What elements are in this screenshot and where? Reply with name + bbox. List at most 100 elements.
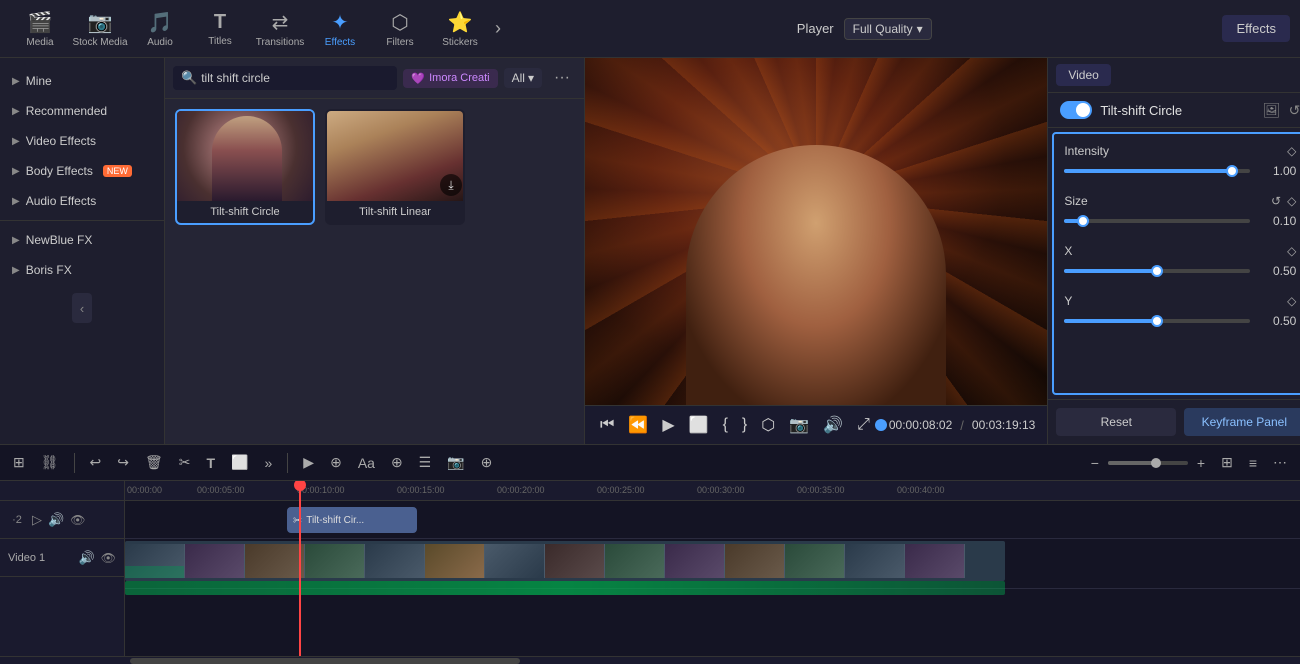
sidebar-item-newblue-fx[interactable]: ▶ NewBlue FX bbox=[0, 225, 164, 255]
video2-eye-icon[interactable]: 👁 bbox=[70, 513, 85, 527]
timeline-scrollbar[interactable] bbox=[0, 656, 1300, 664]
tl-grid-btn[interactable]: ⊞ bbox=[1216, 451, 1238, 474]
right-tab-effects[interactable]: Effects bbox=[1222, 15, 1290, 42]
video-thumb-6 bbox=[425, 544, 485, 578]
reset-button[interactable]: Reset bbox=[1056, 408, 1176, 436]
snapshot-btn[interactable]: 📷 bbox=[786, 412, 812, 438]
tl-undo-btn[interactable]: ↩ bbox=[85, 451, 107, 474]
filters-icon: ⬡ bbox=[391, 10, 408, 35]
y-slider-track[interactable] bbox=[1064, 319, 1250, 323]
video2-play-icon[interactable]: ▷ bbox=[32, 512, 42, 528]
toolbar-titles[interactable]: T Titles bbox=[190, 4, 250, 54]
quality-select[interactable]: Full Quality ▾ bbox=[844, 18, 932, 40]
y-slider-thumb bbox=[1151, 315, 1163, 327]
mark-out-btn[interactable]: } bbox=[739, 413, 750, 437]
intensity-diamond-icon[interactable]: ◇ bbox=[1287, 144, 1296, 158]
sidebar-item-mine[interactable]: ▶ Mine bbox=[0, 66, 164, 96]
tl-delete-btn[interactable]: 🗑 bbox=[140, 451, 168, 474]
sidebar-item-body-effects[interactable]: ▶ Body Effects NEW bbox=[0, 156, 164, 186]
toolbar-more-btn[interactable]: › bbox=[490, 13, 506, 44]
tl-link-btn[interactable]: ⛓ bbox=[36, 451, 64, 474]
imora-badge[interactable]: 💜 Imora Creati bbox=[403, 69, 497, 88]
step-back-btn[interactable]: ⏪ bbox=[625, 412, 651, 438]
effects-more-btn[interactable]: ··· bbox=[548, 67, 576, 89]
tl-dots-btn[interactable]: ⋯ bbox=[1268, 451, 1292, 474]
zoom-slider-track[interactable] bbox=[1108, 461, 1188, 465]
tl-sep-2 bbox=[287, 453, 288, 473]
tl-forward-btn[interactable]: » bbox=[260, 452, 278, 474]
mark-clip-btn[interactable]: ⬡ bbox=[758, 412, 778, 438]
y-slider-fill bbox=[1064, 319, 1157, 323]
right-sub-tab-video[interactable]: Video bbox=[1056, 64, 1110, 86]
y-diamond-icon[interactable]: ◇ bbox=[1287, 294, 1296, 308]
intensity-slider-row: 1.00 bbox=[1064, 164, 1296, 178]
x-diamond-icon[interactable]: ◇ bbox=[1287, 244, 1296, 258]
x-slider-track[interactable] bbox=[1064, 269, 1250, 273]
mark-in-btn[interactable]: { bbox=[720, 413, 731, 437]
sidebar-collapse-btn[interactable]: ‹ bbox=[72, 293, 92, 323]
stock-media-icon: 📷 bbox=[88, 10, 113, 35]
keyframe-panel-button[interactable]: Keyframe Panel bbox=[1184, 408, 1300, 436]
toolbar-media[interactable]: 🎬 Media bbox=[10, 4, 70, 54]
video2-number: ·2 bbox=[8, 514, 26, 526]
toolbar-transitions[interactable]: ⇄ Transitions bbox=[250, 4, 310, 54]
fullscreen-btn[interactable]: ⤢ bbox=[854, 413, 873, 437]
size-slider-track[interactable] bbox=[1064, 219, 1250, 223]
intensity-slider-track[interactable] bbox=[1064, 169, 1250, 173]
tl-zoom-out-btn[interactable]: − bbox=[1086, 452, 1104, 474]
square-btn[interactable]: ⬜ bbox=[686, 412, 712, 438]
audio-btn[interactable]: 🔊 bbox=[820, 412, 846, 438]
search-input[interactable] bbox=[201, 71, 389, 85]
current-time: 00:00:08:02 bbox=[889, 418, 952, 432]
tl-zoom-in-btn[interactable]: + bbox=[1192, 452, 1210, 474]
sidebar-item-audio-effects[interactable]: ▶ Audio Effects bbox=[0, 186, 164, 216]
tl-mark-btn[interactable]: ▶ bbox=[298, 451, 319, 474]
ruler-mark-0: 00:00:00 bbox=[127, 485, 162, 495]
play-btn[interactable]: ▶ bbox=[659, 412, 677, 438]
player-area: ⏮ ⏪ ▶ ⬜ { } ⬡ 📷 🔊 ⤢ 00:00:08:02 / 00:03:… bbox=[585, 58, 1047, 444]
toolbar-filters[interactable]: ⬡ Filters bbox=[370, 4, 430, 54]
tl-add-btn[interactable]: ⊕ bbox=[325, 451, 347, 474]
size-reset-icon[interactable]: ↺ bbox=[1271, 194, 1281, 208]
video-track-1[interactable] bbox=[125, 541, 1005, 581]
tl-photo-btn[interactable]: 📷 bbox=[442, 451, 469, 474]
toolbar-stickers[interactable]: ⭐ Stickers bbox=[430, 4, 490, 54]
effect-clip[interactable]: ✂ Tilt-shift Cir... bbox=[287, 507, 417, 533]
video1-eye-icon[interactable]: 👁 bbox=[101, 551, 116, 565]
toolbar-stock-media[interactable]: 📷 Stock Media bbox=[70, 4, 130, 54]
size-diamond-icon[interactable]: ◇ bbox=[1287, 194, 1296, 208]
tl-more-btn[interactable]: ≡ bbox=[1244, 452, 1262, 474]
effect-card-tilt-circle[interactable]: Tilt-shift Circle bbox=[175, 109, 315, 225]
tl-snap-btn[interactable]: ⊞ bbox=[8, 451, 30, 474]
ruler-mark-8: 00:00:40:00 bbox=[897, 485, 945, 495]
effect-card-tilt-linear[interactable]: ⤓ Tilt-shift Linear bbox=[325, 109, 465, 225]
tl-cut-btn[interactable]: ✂ bbox=[174, 451, 196, 474]
sidebar-item-recommended[interactable]: ▶ Recommended bbox=[0, 96, 164, 126]
tl-plus-btn[interactable]: ⊕ bbox=[386, 451, 408, 474]
effects-search-bar: 🔍 💜 Imora Creati All ▾ ··· bbox=[165, 58, 584, 99]
tl-redo-btn[interactable]: ↪ bbox=[112, 451, 134, 474]
toolbar-effects[interactable]: ✦ Effects bbox=[310, 4, 370, 54]
playhead[interactable] bbox=[299, 481, 301, 656]
effect-reset-icon[interactable]: ↺ bbox=[1289, 102, 1300, 119]
toolbar-audio[interactable]: 🎵 Audio bbox=[130, 4, 190, 54]
effects-icon: ✦ bbox=[332, 10, 349, 35]
video-thumb-11 bbox=[725, 544, 785, 578]
effect-info-icon[interactable]: 🖼 bbox=[1263, 102, 1281, 119]
tl-crop-btn[interactable]: ⬜ bbox=[226, 451, 253, 474]
tl-text-btn[interactable]: T bbox=[202, 452, 221, 474]
effect-toggle[interactable] bbox=[1060, 101, 1092, 119]
tl-list-btn[interactable]: ☰ bbox=[414, 451, 437, 474]
tl-compound-btn[interactable]: ⊕ bbox=[476, 451, 498, 474]
sidebar-item-boris-fx[interactable]: ▶ Boris FX bbox=[0, 255, 164, 285]
filter-all-btn[interactable]: All ▾ bbox=[504, 68, 542, 88]
x-slider-thumb bbox=[1151, 265, 1163, 277]
tl-text2-btn[interactable]: Aa bbox=[353, 452, 380, 474]
sidebar-item-video-effects[interactable]: ▶ Video Effects bbox=[0, 126, 164, 156]
effect-name-label: Tilt-shift Circle bbox=[1100, 103, 1254, 118]
video1-audio-icon[interactable]: 🔊 bbox=[79, 550, 95, 566]
skip-back-btn[interactable]: ⏮ bbox=[597, 413, 617, 437]
x-label-row: X ◇ bbox=[1064, 244, 1296, 258]
video-thumb-8 bbox=[545, 544, 605, 578]
video2-audio-icon[interactable]: 🔊 bbox=[48, 512, 64, 528]
